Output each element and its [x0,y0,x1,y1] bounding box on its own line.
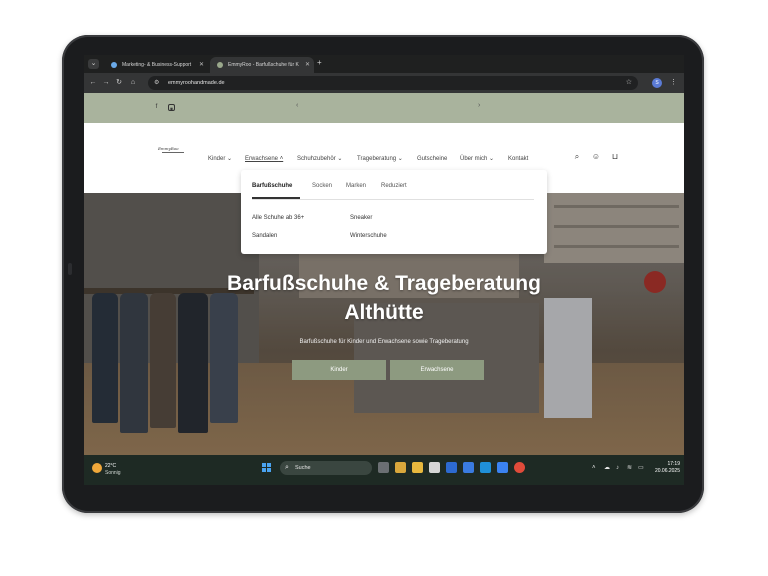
announcement-bar: f ◉ ‹ › [84,93,684,123]
nav-item-schuhzubehoer[interactable]: Schuhzubehör ⌄ [297,153,342,165]
browser-tab-strip: ⌄ Marketing- & Business-Support ✕ EmmyRo… [84,55,684,73]
dropdown-link-winterschuhe[interactable]: Winterschuhe [350,233,387,239]
dropdown-link-alle-schuhe[interactable]: Alle Schuhe ab 36+ [252,215,304,221]
screen: ⌄ Marketing- & Business-Support ✕ EmmyRo… [84,55,684,485]
taskbar-search-placeholder: Suche [295,465,311,471]
dropdown-tab-marken[interactable]: Marken [346,183,366,189]
profile-avatar[interactable]: S [652,78,662,88]
weather-description[interactable]: Sonnig [105,470,121,476]
tray-overflow-icon[interactable]: ˄ [592,463,596,473]
nav-item-ueber-mich[interactable]: Über mich ⌄ [460,153,494,165]
address-bar[interactable]: ⚙ emmyroohandmade.de ☆ [148,76,638,90]
nav-item-trageberatung[interactable]: Trageberatung ⌄ [357,153,403,165]
account-icon[interactable]: ☺ [590,151,602,163]
clock-date[interactable]: 20.06.2025 [650,468,680,474]
copilot-icon[interactable] [395,462,406,473]
announcement-next-icon[interactable]: › [478,102,480,109]
windows-start-icon[interactable] [262,463,272,473]
site-info-icon[interactable]: ⚙ [154,79,162,87]
hero-title-line1: Barfußschuhe & Trageberatung [227,272,541,295]
search-icon[interactable]: ⌕ [571,151,583,163]
tab-favicon-icon [217,62,223,68]
home-icon[interactable]: ⌂ [128,77,138,89]
weather-temperature[interactable]: 22°C [105,463,116,469]
tab-title: Marketing- & Business-Support [122,62,192,68]
hero-title: Barfußschuhe & Trageberatung Althütte [84,269,684,327]
nav-item-gutscheine[interactable]: Gutscheine [417,153,447,165]
file-explorer-icon[interactable] [412,462,423,473]
site-logo[interactable]: EmmyRoo [158,143,190,157]
close-tab-icon[interactable]: ✕ [305,57,310,73]
clock-time[interactable]: 17:19 [650,461,680,467]
weather-sun-icon[interactable] [92,463,102,473]
outlook-icon[interactable] [463,462,474,473]
close-tab-icon[interactable]: ✕ [199,57,204,73]
hero-button-erwachsene[interactable]: Erwachsene [390,360,484,380]
windows-taskbar: 22°C Sonnig ⌕ Suche ˄ ☁ ♪ ≋ ▭ 17:19 20.0… [84,455,684,485]
taskbar-search[interactable]: ⌕ Suche [280,461,372,475]
tab-emmyroo[interactable]: EmmyRoo - Barfußschuhe für K ✕ [210,57,314,73]
dropdown-link-sandalen[interactable]: Sandalen [252,233,277,239]
browser-toolbar: ← → ↻ ⌂ ⚙ emmyroohandmade.de ☆ S ⋮ [84,73,684,93]
forward-icon[interactable]: → [101,77,111,89]
tab-favicon-icon [111,62,117,68]
nav-item-erwachsene[interactable]: Erwachsene ˄ [245,153,283,165]
volume-icon[interactable]: ♪ [616,463,619,473]
bookmark-star-icon[interactable]: ☆ [626,76,632,90]
tab-search-icon[interactable]: ⌄ [88,59,99,69]
mega-menu-dropdown: Barfußschuhe Socken Marken Reduziert All… [241,170,547,254]
back-icon[interactable]: ← [88,77,98,89]
dropdown-tab-barfussschuhe[interactable]: Barfußschuhe [252,183,292,189]
instagram-icon[interactable]: ◉ [168,104,175,111]
camera-notch [68,263,72,275]
edge-icon[interactable] [480,462,491,473]
tab-marketing[interactable]: Marketing- & Business-Support ✕ [104,57,208,73]
wifi-icon[interactable]: ≋ [627,463,632,473]
url-text: emmyroohandmade.de [168,80,225,86]
dropdown-tab-reduziert[interactable]: Reduziert [381,183,407,189]
store-icon[interactable] [446,462,457,473]
word-icon[interactable] [497,462,508,473]
hero-subtitle: Barfußschuhe für Kinder und Erwachsene s… [299,339,469,345]
battery-icon[interactable]: ▭ [638,463,644,473]
dropdown-divider [252,199,534,200]
reload-icon[interactable]: ↻ [114,77,124,89]
dropdown-tab-socken[interactable]: Socken [312,183,332,189]
hero-button-kinder[interactable]: Kinder [292,360,386,380]
dropdown-link-sneaker[interactable]: Sneaker [350,215,372,221]
hero-title-line2: Althütte [344,301,424,324]
facebook-icon[interactable]: f [153,104,160,111]
onedrive-icon[interactable]: ☁ [604,463,610,473]
tab-title: EmmyRoo - Barfußschuhe für K [228,62,299,68]
notepad-icon[interactable] [429,462,440,473]
announcement-prev-icon[interactable]: ‹ [296,102,298,109]
cart-icon[interactable]: ⊔ [609,151,621,163]
new-tab-icon[interactable]: + [317,58,322,67]
nav-item-kinder[interactable]: Kinder ⌄ [208,153,232,165]
browser-menu-icon[interactable]: ⋮ [670,77,677,89]
search-icon: ⌕ [285,464,289,471]
nav-item-kontakt[interactable]: Kontakt [508,153,528,165]
task-view-icon[interactable] [378,462,389,473]
chrome-icon[interactable] [514,462,525,473]
